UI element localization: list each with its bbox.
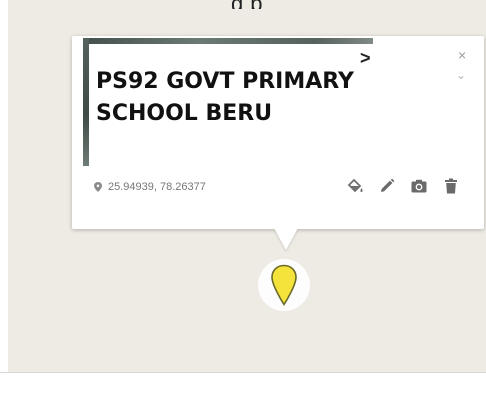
style-paint-icon[interactable] — [346, 177, 364, 195]
location-pin-icon — [94, 182, 102, 192]
next-feature-button[interactable]: > — [360, 48, 371, 69]
edit-pencil-icon[interactable] — [378, 177, 396, 195]
map-marker-pin-icon[interactable] — [270, 264, 298, 306]
info-window-pointer — [274, 228, 298, 250]
map-bottom-border — [0, 372, 486, 394]
info-window: PS92 GOVT PRIMARY SCHOOL BERU > × ⌄ 25.9… — [72, 36, 484, 229]
add-photo-icon[interactable] — [410, 177, 428, 195]
feature-actions — [346, 177, 460, 195]
chevron-down-icon[interactable]: ⌄ — [456, 68, 466, 82]
page-caption-fragment: g p — [8, 0, 486, 9]
feature-photo-left-edge — [83, 38, 89, 166]
feature-photo-top-edge — [83, 38, 373, 44]
feature-coordinates: 25.94939, 78.26377 — [94, 181, 206, 193]
coordinates-text: 25.94939, 78.26377 — [108, 181, 206, 193]
map-screenshot: g p PS92 GOVT PRIMARY SCHOOL BERU > × ⌄ … — [0, 0, 486, 394]
close-icon[interactable]: × — [458, 48, 466, 62]
feature-title: PS92 GOVT PRIMARY SCHOOL BERU — [96, 69, 354, 126]
delete-trash-icon[interactable] — [442, 177, 460, 195]
